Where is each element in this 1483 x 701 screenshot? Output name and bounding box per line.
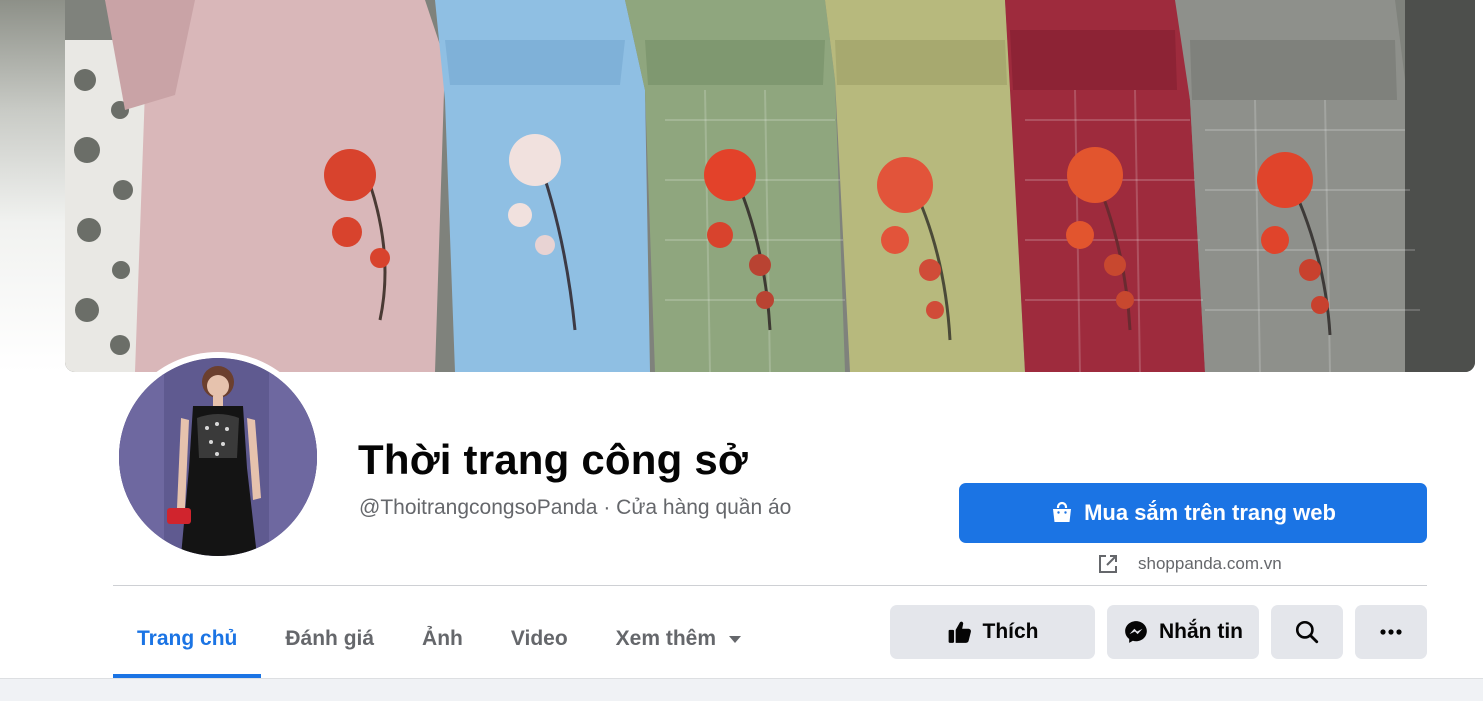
caret-down-icon xyxy=(729,636,742,643)
shopping-bag-icon xyxy=(1053,501,1072,522)
messenger-icon xyxy=(1125,621,1147,643)
page-title: Thời trang công sở xyxy=(358,436,748,483)
subtitle-separator: · xyxy=(597,496,617,519)
tab-videos-label: Video xyxy=(510,627,568,650)
avatar[interactable] xyxy=(119,358,317,556)
tab-photos[interactable]: Ảnh xyxy=(398,600,487,678)
page-subtitle: @ThoitrangcongsoPanda · Cửa hàng quần áo xyxy=(359,496,791,520)
search-button[interactable] xyxy=(1271,605,1343,659)
tab-more[interactable]: Xem thêm xyxy=(592,600,766,678)
more-options-button[interactable] xyxy=(1355,605,1427,659)
message-button[interactable]: Nhắn tin xyxy=(1107,605,1259,659)
feed-background xyxy=(0,678,1483,701)
tab-home[interactable]: Trang chủ xyxy=(113,600,262,678)
dress-collection-photo xyxy=(65,0,1475,372)
header-divider xyxy=(113,585,1427,586)
external-link-icon xyxy=(1099,555,1117,573)
tab-photos-label: Ảnh xyxy=(422,627,463,650)
page-handle[interactable]: @ThoitrangcongsoPanda xyxy=(359,496,597,519)
message-label: Nhắn tin xyxy=(1159,620,1243,643)
tab-videos[interactable]: Video xyxy=(487,600,592,678)
website-link[interactable]: shoppanda.com.vn xyxy=(1096,550,1282,578)
like-label: Thích xyxy=(982,620,1039,643)
like-button[interactable]: Thích xyxy=(890,605,1095,659)
tab-reviews-label: Đánh giá xyxy=(285,627,375,650)
page-category[interactable]: Cửa hàng quần áo xyxy=(616,496,791,519)
page-background-edge xyxy=(0,0,66,372)
shop-button-label: Mua sắm trên trang web xyxy=(1084,500,1336,525)
website-url[interactable]: shoppanda.com.vn xyxy=(1138,554,1282,574)
tab-reviews[interactable]: Đánh giá xyxy=(261,600,398,678)
thumbs-up-icon xyxy=(948,621,971,643)
tab-more-label: Xem thêm xyxy=(615,627,717,650)
more-icon xyxy=(1380,629,1402,635)
cover-photo[interactable] xyxy=(65,0,1475,372)
tab-home-label: Trang chủ xyxy=(137,627,238,650)
page-tabs: Trang chủ Đánh giá Ảnh Video Xem thêm xyxy=(113,600,766,678)
dress-model-photo xyxy=(119,358,317,556)
shop-on-website-button[interactable]: Mua sắm trên trang web xyxy=(959,483,1427,543)
search-icon xyxy=(1295,620,1319,644)
